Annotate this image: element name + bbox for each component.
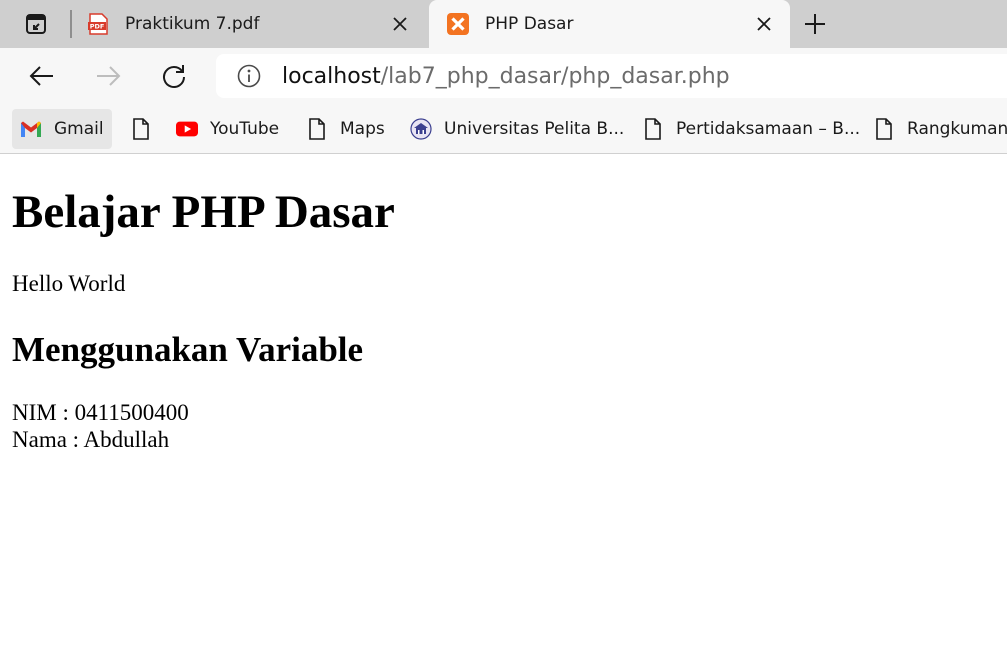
tab-php-dasar[interactable]: PHP Dasar xyxy=(429,0,790,48)
bookmark-page[interactable] xyxy=(122,109,160,149)
bookmark-label: Universitas Pelita B... xyxy=(444,119,625,139)
back-button[interactable] xyxy=(26,60,58,92)
tab-strip: PDF Praktikum 7.pdf PHP Dasar xyxy=(0,0,1007,48)
refresh-button[interactable] xyxy=(158,60,190,92)
nim-text: NIM : 0411500400 xyxy=(12,400,189,425)
xampp-icon xyxy=(447,13,469,35)
arrow-right-icon xyxy=(97,66,121,86)
bookmark-label: Maps xyxy=(340,119,385,139)
gmail-icon xyxy=(20,118,42,140)
tab-actions-button[interactable] xyxy=(20,10,52,38)
bookmark-label: Gmail xyxy=(54,119,104,139)
tab-title: PHP Dasar xyxy=(485,14,574,34)
info-icon[interactable] xyxy=(236,63,262,89)
university-icon xyxy=(410,118,432,140)
page-icon xyxy=(642,118,664,140)
url-path: /lab7_php_dasar/php_dasar.php xyxy=(380,63,730,89)
page-content: Belajar PHP Dasar Hello World Menggunaka… xyxy=(0,155,1007,658)
bookmark-rangkuman[interactable]: Rangkuman, xyxy=(865,109,1007,149)
browser-toolbar: localhost/lab7_php_dasar/php_dasar.php xyxy=(0,48,1007,104)
svg-text:PDF: PDF xyxy=(90,23,105,31)
page-heading: Belajar PHP Dasar xyxy=(12,186,395,238)
page-icon xyxy=(130,118,152,140)
bookmarks-bar: Gmail YouTube Maps Universitas Pelita B.… xyxy=(0,104,1007,154)
refresh-icon xyxy=(163,65,185,88)
tab-separator xyxy=(70,10,72,38)
bookmark-youtube[interactable]: YouTube xyxy=(168,109,287,149)
bookmark-gmail[interactable]: Gmail xyxy=(12,109,112,149)
close-icon[interactable] xyxy=(390,14,410,34)
bookmark-label: Rangkuman, xyxy=(907,119,1007,139)
bookmark-universitas[interactable]: Universitas Pelita B... xyxy=(402,109,632,149)
arrow-left-icon xyxy=(29,66,53,86)
bookmark-maps[interactable]: Maps xyxy=(298,109,393,149)
tab-actions-icon xyxy=(26,14,46,34)
pdf-icon: PDF xyxy=(87,13,109,35)
youtube-icon xyxy=(176,118,198,140)
page-icon xyxy=(873,118,895,140)
hello-text: Hello World xyxy=(12,271,126,296)
tab-praktikum-pdf[interactable]: PDF Praktikum 7.pdf xyxy=(76,0,426,48)
url-host: localhost xyxy=(282,63,381,89)
tab-title: Praktikum 7.pdf xyxy=(125,14,260,34)
new-tab-button[interactable] xyxy=(800,10,830,38)
close-icon[interactable] xyxy=(754,14,774,34)
nama-text: Nama : Abdullah xyxy=(12,427,170,452)
plus-icon xyxy=(805,14,825,34)
forward-button[interactable] xyxy=(92,60,124,92)
address-bar[interactable]: localhost/lab7_php_dasar/php_dasar.php xyxy=(216,54,1007,98)
bookmark-label: YouTube xyxy=(210,119,280,139)
bookmark-label: Pertidaksamaan – B... xyxy=(676,119,861,139)
bookmark-pertidaksamaan[interactable]: Pertidaksamaan – B... xyxy=(634,109,868,149)
url-text[interactable]: localhost/lab7_php_dasar/php_dasar.php xyxy=(282,64,730,89)
page-icon xyxy=(306,118,328,140)
section-heading: Menggunakan Variable xyxy=(12,330,364,369)
